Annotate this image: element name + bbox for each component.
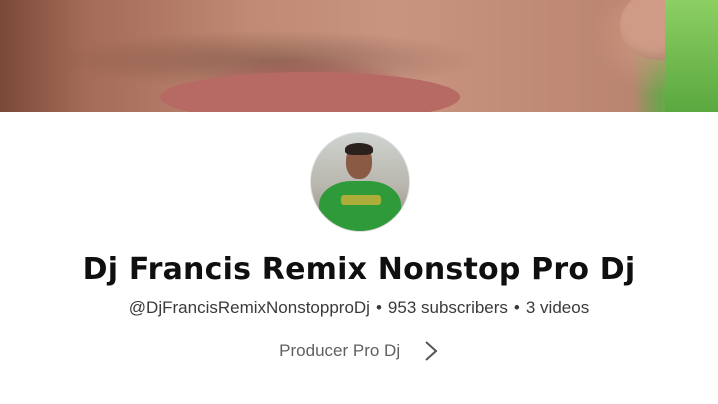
- channel-name: Dj Francis Remix Nonstop Pro Dj: [82, 252, 636, 287]
- channel-meta: @DjFrancisRemixNonstopproDj • 953 subscrib…: [0, 298, 718, 318]
- channel-banner: [0, 0, 718, 112]
- separator-dot: •: [375, 298, 382, 317]
- channel-description: Producer Pro Dj: [279, 341, 401, 360]
- separator-dot: •: [513, 298, 520, 317]
- channel-avatar[interactable]: [310, 132, 410, 232]
- channel-handle: @DjFrancisRemixNonstopproDj: [128, 298, 370, 317]
- video-count: 3 videos: [525, 298, 590, 317]
- channel-description-link[interactable]: Producer Pro Dj: [0, 340, 718, 366]
- chevron-right-icon: [425, 341, 438, 361]
- subscriber-count: 953 subscribers: [387, 298, 508, 317]
